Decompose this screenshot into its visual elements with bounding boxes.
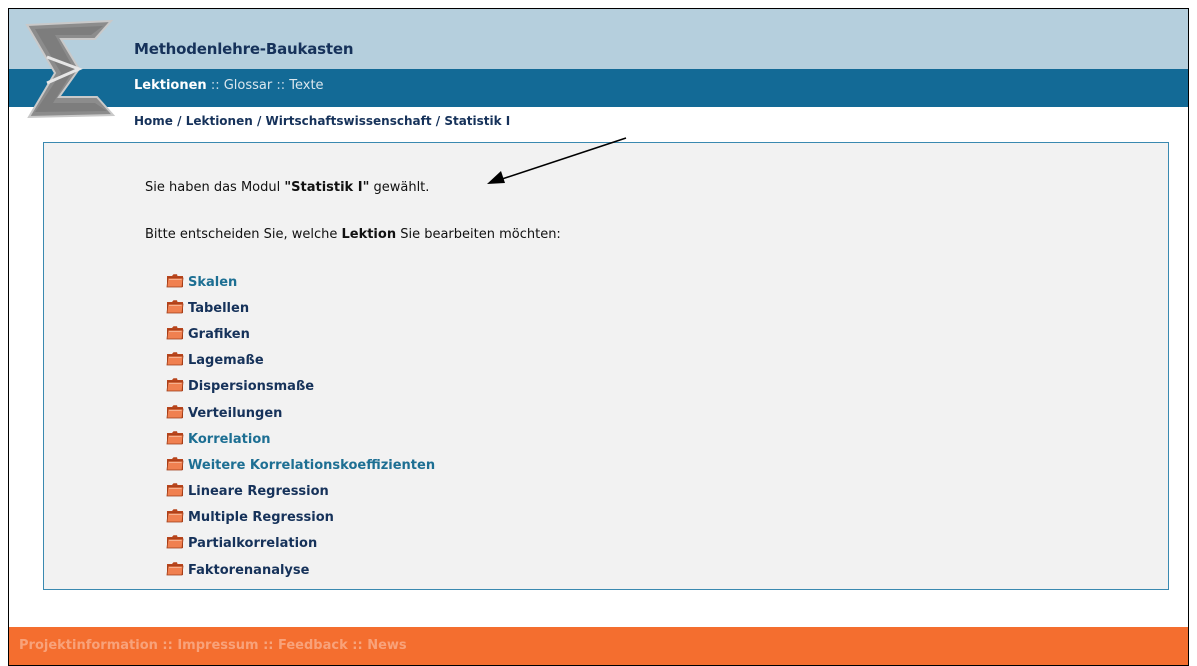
breadcrumb-separator: / bbox=[252, 114, 266, 128]
breadcrumb: Home / Lektionen / Wirtschaftswissenscha… bbox=[134, 114, 510, 128]
nav-separator: :: bbox=[272, 78, 290, 93]
prompt-text-start: Bitte entscheiden Sie, welche bbox=[145, 227, 342, 242]
folder-icon bbox=[166, 273, 184, 287]
lesson-list-item: Korrelation bbox=[166, 426, 435, 452]
breadcrumb-home[interactable]: Home bbox=[134, 114, 173, 128]
breadcrumb-separator: / bbox=[172, 114, 186, 128]
footer-projektinfo-link[interactable]: Projektinformation bbox=[19, 638, 158, 653]
lesson-list-item: Verteilungen bbox=[166, 400, 435, 426]
main-nav: Lektionen :: Glossar :: Texte bbox=[134, 78, 324, 93]
footer-news-link[interactable]: News bbox=[367, 638, 406, 653]
folder-icon bbox=[166, 561, 184, 576]
footer-nav: Projektinformation :: Impressum :: Feedb… bbox=[19, 638, 407, 653]
lesson-list-item: Lineare Regression bbox=[166, 479, 435, 505]
site-title[interactable]: Methodenlehre-Baukasten bbox=[134, 40, 354, 58]
breadcrumb-separator: / bbox=[431, 114, 445, 128]
folder-icon bbox=[166, 326, 184, 340]
folder-icon bbox=[166, 457, 184, 471]
lesson-list-item: Grafiken bbox=[166, 321, 435, 347]
lesson-link[interactable]: Korrelation bbox=[188, 432, 271, 447]
breadcrumb-lektionen[interactable]: Lektionen bbox=[186, 114, 253, 128]
folder-icon bbox=[166, 535, 184, 549]
footer-feedback-link[interactable]: Feedback bbox=[278, 638, 348, 653]
lesson-list-item: Partialkorrelation bbox=[166, 531, 435, 557]
lesson-link[interactable]: Grafiken bbox=[188, 327, 250, 342]
lesson-link[interactable]: Weitere Korrelationskoeffizienten bbox=[188, 458, 435, 473]
lesson-link[interactable]: Lineare Regression bbox=[188, 484, 329, 499]
folder-icon bbox=[166, 378, 184, 392]
lesson-list: Skalen Tabellen Grafiken Lagemaße Dispersion… bbox=[166, 269, 435, 583]
lesson-list-item: Lagemaße bbox=[166, 348, 435, 374]
lesson-list-item: Multiple Regression bbox=[166, 505, 435, 531]
lesson-list-item: Weitere Korrelationskoeffizienten bbox=[166, 452, 435, 478]
nav-glossar[interactable]: Glossar bbox=[224, 78, 273, 93]
prompt-text-end: Sie bearbeiten möchten: bbox=[396, 227, 561, 242]
lesson-link[interactable]: Lagemaße bbox=[188, 353, 264, 368]
breadcrumb-fach[interactable]: Wirtschaftswissenschaft bbox=[266, 114, 432, 128]
sigma-logo-icon bbox=[25, 19, 116, 119]
selected-module-name: "Statistik I" bbox=[284, 180, 370, 195]
footer-bar: Projektinformation :: Impressum :: Feedb… bbox=[9, 627, 1188, 665]
lesson-link[interactable]: Tabellen bbox=[188, 301, 249, 316]
breadcrumb-modul: Statistik I bbox=[444, 114, 511, 128]
lesson-list-item: Dispersionsmaße bbox=[166, 374, 435, 400]
folder-icon bbox=[166, 404, 184, 418]
lesson-link[interactable]: Dispersionsmaße bbox=[188, 379, 314, 394]
lesson-list-item: Skalen bbox=[166, 269, 435, 295]
folder-icon bbox=[166, 509, 184, 523]
intro-text-end: gewählt. bbox=[369, 180, 430, 195]
lesson-link[interactable]: Faktorenanalyse bbox=[188, 563, 309, 578]
folder-icon bbox=[166, 352, 184, 366]
footer-separator: :: bbox=[347, 638, 368, 653]
lesson-link[interactable]: Partialkorrelation bbox=[188, 536, 317, 551]
content-panel: Sie haben das Modul "Statistik I" gewähl… bbox=[43, 142, 1169, 590]
footer-separator: :: bbox=[157, 638, 178, 653]
folder-icon bbox=[166, 430, 184, 445]
lesson-list-item: Tabellen bbox=[166, 295, 435, 321]
footer-separator: :: bbox=[258, 638, 278, 653]
intro-text-start: Sie haben das Modul bbox=[145, 180, 285, 195]
nav-texte[interactable]: Texte bbox=[289, 78, 323, 93]
footer-impressum-link[interactable]: Impressum bbox=[177, 638, 258, 653]
page-frame: Methodenlehre-Baukasten Lektionen :: Glo… bbox=[8, 8, 1189, 666]
prompt-lektion-word: Lektion bbox=[341, 227, 397, 242]
lesson-prompt-text: Bitte entscheiden Sie, welche Lektion Si… bbox=[145, 227, 561, 242]
lesson-list-item: Faktorenanalyse bbox=[166, 557, 435, 583]
folder-icon bbox=[166, 299, 184, 314]
nav-separator: :: bbox=[206, 78, 224, 93]
nav-lektionen[interactable]: Lektionen bbox=[134, 78, 207, 93]
folder-icon bbox=[166, 483, 184, 497]
header-top-band bbox=[9, 9, 1188, 69]
lesson-link[interactable]: Skalen bbox=[188, 275, 237, 290]
module-intro-text: Sie haben das Modul "Statistik I" gewähl… bbox=[145, 180, 429, 195]
lesson-link[interactable]: Verteilungen bbox=[188, 406, 282, 421]
lesson-link[interactable]: Multiple Regression bbox=[188, 510, 334, 525]
